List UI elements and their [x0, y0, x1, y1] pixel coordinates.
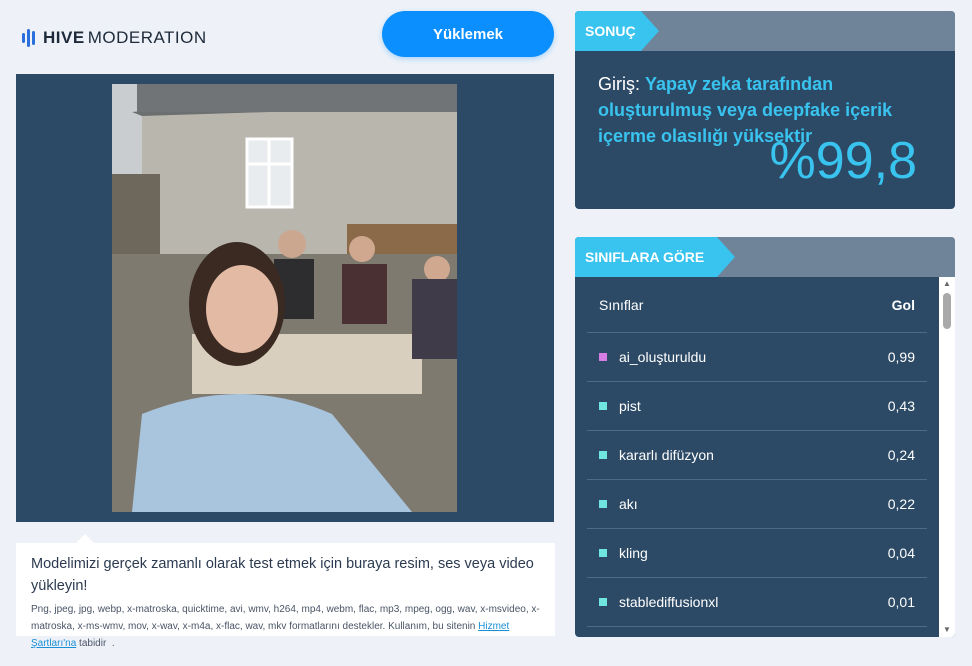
class-score: 0,24: [887, 447, 915, 463]
class-color-swatch: [599, 451, 607, 459]
result-title: SONUÇ: [575, 11, 659, 51]
class-color-swatch: [599, 549, 607, 557]
scroll-down-arrow-icon[interactable]: ▼: [939, 623, 955, 637]
class-name: kling: [619, 545, 648, 561]
table-row: pist 0,43: [587, 382, 927, 431]
class-name: akı: [619, 496, 638, 512]
result-card: SONUÇ Giriş: Yapay zeka tarafından oluşt…: [575, 11, 955, 209]
upload-info-text: Modelimizi gerçek zamanlı olarak test et…: [31, 556, 534, 594]
table-row: akı 0,22: [587, 480, 927, 529]
class-color-swatch: [599, 353, 607, 361]
image-preview-panel: [16, 74, 554, 522]
class-name: stablediffusionxl: [619, 594, 719, 610]
class-score: 0,01: [887, 594, 915, 610]
class-color-swatch: [599, 500, 607, 508]
class-name: pist: [619, 398, 641, 414]
class-score: 0,22: [887, 496, 915, 512]
class-score: 0,43: [887, 398, 915, 414]
class-name: kararlı difüzyon: [619, 447, 714, 463]
hive-logo[interactable]: HIVE MODERATION: [22, 28, 207, 48]
classes-card-header: SINIFLARA GÖRE: [575, 237, 955, 277]
upload-info-box: Modelimizi gerçek zamanlı olarak test et…: [16, 534, 555, 649]
class-color-swatch: [599, 402, 607, 410]
classes-scrollbar[interactable]: ▲ ▼: [939, 277, 955, 637]
scroll-up-arrow-icon[interactable]: ▲: [939, 277, 955, 291]
supported-formats-text: Png, jpeg, jpg, webp, x-matroska, quickt…: [31, 604, 540, 649]
result-card-header: SONUÇ: [575, 11, 955, 51]
table-row: ai_oluşturuldu 0,99: [587, 333, 927, 382]
logo-text: HIVE MODERATION: [43, 28, 207, 47]
table-row: kararlı difüzyon 0,24: [587, 431, 927, 480]
class-name: ai_oluşturuldu: [619, 349, 707, 365]
classes-title: SINIFLARA GÖRE: [575, 237, 735, 277]
table-header: Sınıflar Gol: [587, 277, 927, 333]
class-score: 0,99: [887, 349, 915, 365]
classes-table: Sınıflar Gol ai_oluşturuldu 0,99 pist 0,43 k…: [587, 277, 927, 627]
classes-card: SINIFLARA GÖRE Sınıflar Gol ai_oluşturul…: [575, 237, 955, 637]
table-row: stablediffusionxl 0,01: [587, 578, 927, 627]
hive-logo-icon: [22, 28, 35, 48]
table-row: kling 0,04: [587, 529, 927, 578]
class-color-swatch: [599, 598, 607, 606]
upload-button[interactable]: Yüklemek: [382, 11, 554, 57]
uploaded-photo: [112, 84, 457, 512]
result-percentage: %99,8: [769, 132, 917, 190]
class-score: 0,04: [887, 545, 915, 561]
scroll-thumb[interactable]: [943, 293, 951, 329]
